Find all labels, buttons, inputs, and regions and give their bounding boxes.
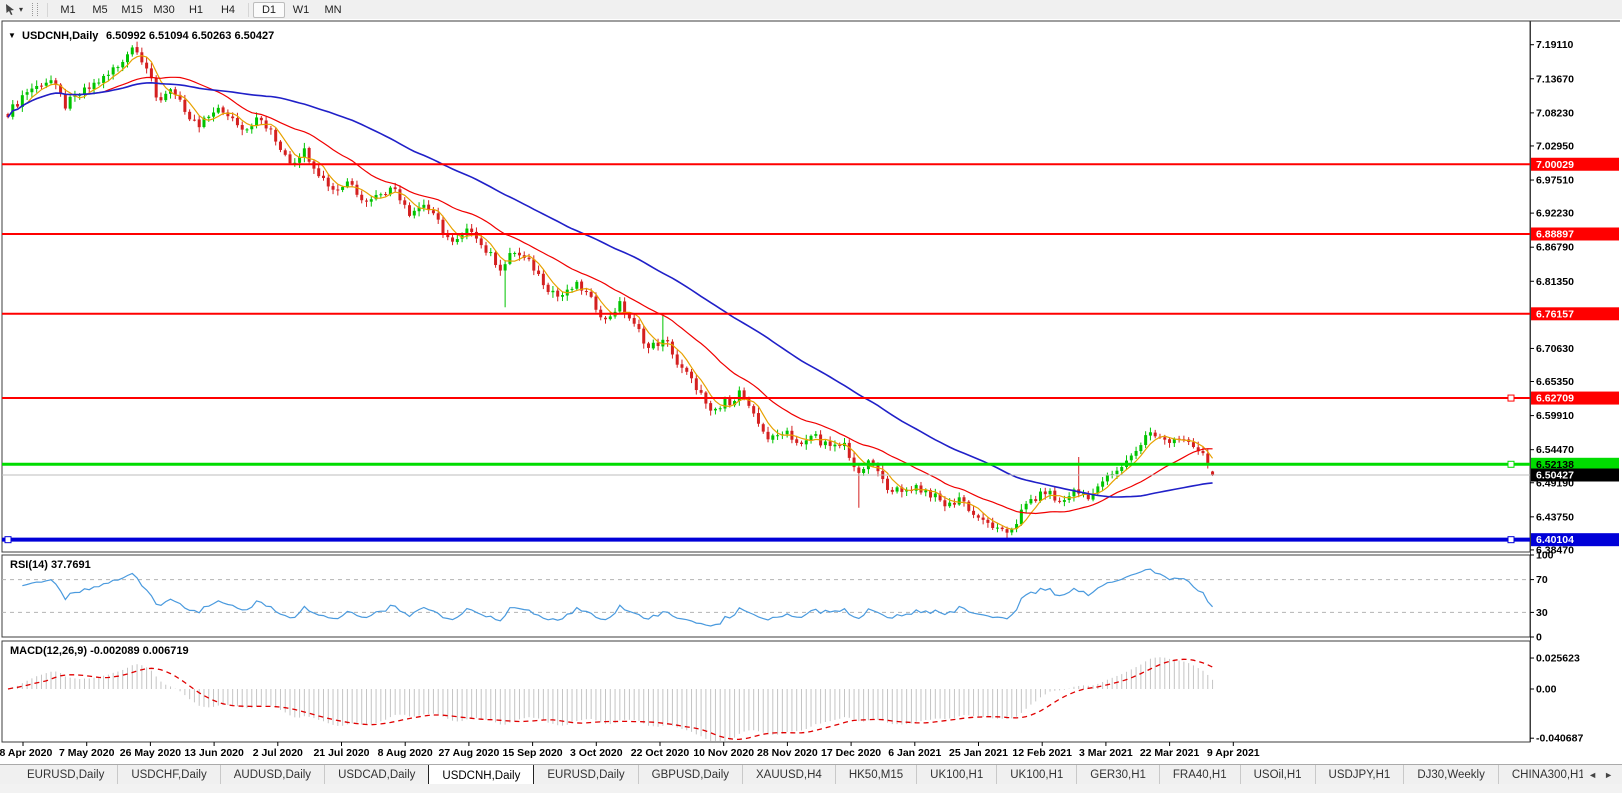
chart-tab-uk100-h1[interactable]: UK100,H1 bbox=[916, 765, 996, 785]
price-tick-label: 6.97510 bbox=[1536, 175, 1574, 187]
chart-tab-dj30-weekly[interactable]: DJ30,Weekly bbox=[1403, 765, 1498, 785]
chart-tab-eurusd-daily[interactable]: EURUSD,Daily bbox=[14, 765, 117, 785]
timeframe-button-h4[interactable]: H4 bbox=[212, 2, 244, 18]
date-label: 3 Mar 2021 bbox=[1079, 747, 1133, 759]
hline-price-label: 6.88897 bbox=[1536, 228, 1574, 240]
price-tick-label: 7.08230 bbox=[1536, 107, 1574, 119]
hline-price-label: 7.00029 bbox=[1536, 159, 1574, 171]
chart-symbol-title: USDCNH,Daily bbox=[22, 30, 99, 42]
date-label: 28 Nov 2020 bbox=[757, 747, 818, 759]
date-label: 17 Dec 2020 bbox=[821, 747, 881, 759]
date-label: 26 May 2020 bbox=[120, 747, 181, 759]
timeframe-button-m30[interactable]: M30 bbox=[148, 2, 180, 18]
chart-tab-fra40-h1[interactable]: FRA40,H1 bbox=[1159, 765, 1240, 785]
price-tick-label: 6.43750 bbox=[1536, 511, 1574, 523]
cursor-tool-button[interactable]: ▾ bbox=[0, 1, 25, 18]
chart-tab-usdjpy-h1[interactable]: USDJPY,H1 bbox=[1315, 765, 1404, 785]
chart-tab-usdcad-daily[interactable]: USDCAD,Daily bbox=[324, 765, 428, 785]
chart-tab-usdchf-daily[interactable]: USDCHF,Daily bbox=[117, 765, 219, 785]
date-label: 3 Oct 2020 bbox=[570, 747, 623, 759]
symbol-dropdown-caret: ▼ bbox=[8, 31, 16, 40]
chart-tabs: EURUSD,DailyUSDCHF,DailyAUDUSD,DailyUSDC… bbox=[0, 765, 1583, 785]
cursor-tool-icon bbox=[4, 3, 17, 16]
chart-canvas[interactable]: 7.19110 7.13670 7.08230 7.02950 6.97510 6.922… bbox=[0, 19, 1622, 764]
timeframe-button-d1[interactable]: D1 bbox=[253, 2, 285, 18]
macd-tick-label: 0.00 bbox=[1536, 684, 1557, 696]
timeframe-button-h1[interactable]: H1 bbox=[180, 2, 212, 18]
toolbar-separator bbox=[47, 3, 48, 17]
tab-scroll-right-button[interactable]: ► bbox=[1604, 770, 1613, 780]
line-handle[interactable] bbox=[1508, 395, 1514, 401]
status-strip bbox=[0, 784, 1622, 793]
tool-dropdown-caret[interactable]: ▾ bbox=[19, 5, 23, 14]
price-tick-label: 6.92230 bbox=[1536, 208, 1574, 220]
timeframe-button-m5[interactable]: M5 bbox=[84, 2, 116, 18]
price-tick-label: 6.59910 bbox=[1536, 410, 1574, 422]
timeframe-button-m1[interactable]: M1 bbox=[52, 2, 84, 18]
tab-scroll-controls: ◄ ► bbox=[1583, 765, 1622, 785]
date-label: 12 Feb 2021 bbox=[1012, 747, 1072, 759]
chart-tab-eurusd-daily[interactable]: EURUSD,Daily bbox=[534, 765, 637, 785]
hline-price-label: 6.76157 bbox=[1536, 308, 1574, 320]
date-label: 21 Jul 2020 bbox=[313, 747, 369, 759]
date-label: 13 Jun 2020 bbox=[184, 747, 244, 759]
date-label: 6 Jan 2021 bbox=[888, 747, 941, 759]
macd-tick-label: 0.025623 bbox=[1536, 653, 1580, 665]
toolbar-grip[interactable] bbox=[32, 3, 38, 16]
tab-scroll-left-button[interactable]: ◄ bbox=[1588, 770, 1597, 780]
chart-tab-uk100-h1[interactable]: UK100,H1 bbox=[996, 765, 1076, 785]
chart-tab-ger30-h1[interactable]: GER30,H1 bbox=[1076, 765, 1159, 785]
date-label: 27 Aug 2020 bbox=[438, 747, 499, 759]
price-tick-label: 6.70630 bbox=[1536, 343, 1574, 355]
rsi-label: RSI(14) 37.7691 bbox=[10, 559, 91, 571]
chart-tab-usoil-h1[interactable]: USOil,H1 bbox=[1240, 765, 1315, 785]
line-handle[interactable] bbox=[1508, 537, 1514, 543]
date-label: 9 Apr 2021 bbox=[1207, 747, 1260, 759]
chart-tab-audusd-daily[interactable]: AUDUSD,Daily bbox=[220, 765, 324, 785]
price-tick-label: 6.65350 bbox=[1536, 376, 1574, 388]
chart-ohlc-values: 6.50992 6.51094 6.50263 6.50427 bbox=[106, 30, 274, 42]
date-label: 22 Oct 2020 bbox=[631, 747, 690, 759]
chart-tab-xauusd-h4[interactable]: XAUUSD,H4 bbox=[742, 765, 835, 785]
chart-tab-gbpusd-daily[interactable]: GBPUSD,Daily bbox=[638, 765, 742, 785]
timeframe-toolbar: M1M5M15M30H1H4 D1W1MN bbox=[52, 2, 349, 18]
chart-tab-bar: EURUSD,DailyUSDCHF,DailyAUDUSD,DailyUSDC… bbox=[0, 764, 1622, 785]
toolbar-separator bbox=[248, 3, 249, 17]
date-label: 2 Jul 2020 bbox=[253, 747, 303, 759]
price-tick-label: 6.54470 bbox=[1536, 444, 1574, 456]
date-label: 18 Apr 2020 bbox=[0, 747, 52, 759]
rsi-tick-label: 100 bbox=[1536, 550, 1554, 562]
date-label: 10 Nov 2020 bbox=[693, 747, 754, 759]
price-tick-label: 6.81350 bbox=[1536, 276, 1574, 288]
chart-tab-usdcnh-daily[interactable]: USDCNH,Daily bbox=[428, 765, 534, 785]
line-handle[interactable] bbox=[5, 537, 11, 543]
timeframe-button-w1[interactable]: W1 bbox=[285, 2, 317, 18]
hline-price-label: 6.62709 bbox=[1536, 393, 1574, 405]
current-price-label: 6.50427 bbox=[1536, 470, 1574, 482]
date-label: 7 May 2020 bbox=[59, 747, 115, 759]
hline-price-label: 6.40104 bbox=[1536, 534, 1574, 546]
chart-background bbox=[0, 19, 1622, 764]
timeframe-button-m15[interactable]: M15 bbox=[116, 2, 148, 18]
price-tick-label: 6.86790 bbox=[1536, 242, 1574, 254]
rsi-tick-label: 70 bbox=[1536, 574, 1548, 586]
chart-tab-hk50-m15[interactable]: HK50,M15 bbox=[835, 765, 916, 785]
line-handle[interactable] bbox=[1508, 461, 1514, 467]
chart-tab-china300-h1[interactable]: CHINA300,H1 bbox=[1498, 765, 1583, 785]
date-label: 22 Mar 2021 bbox=[1140, 747, 1200, 759]
price-tick-label: 7.02950 bbox=[1536, 140, 1574, 152]
date-label: 8 Aug 2020 bbox=[378, 747, 433, 759]
rsi-tick-label: 30 bbox=[1536, 607, 1548, 619]
top-toolbar: ▾ M1M5M15M30H1H4 D1W1MN bbox=[0, 0, 1622, 20]
date-label: 15 Sep 2020 bbox=[503, 747, 563, 759]
rsi-tick-label: 0 bbox=[1536, 632, 1542, 644]
price-tick-label: 7.19110 bbox=[1536, 39, 1574, 51]
price-tick-label: 7.13670 bbox=[1536, 73, 1574, 85]
macd-tick-label: -0.040687 bbox=[1536, 733, 1583, 745]
timeframe-button-mn[interactable]: MN bbox=[317, 2, 349, 18]
date-label: 25 Jan 2021 bbox=[949, 747, 1008, 759]
macd-label: MACD(12,26,9) -0.002089 0.006719 bbox=[10, 645, 189, 657]
